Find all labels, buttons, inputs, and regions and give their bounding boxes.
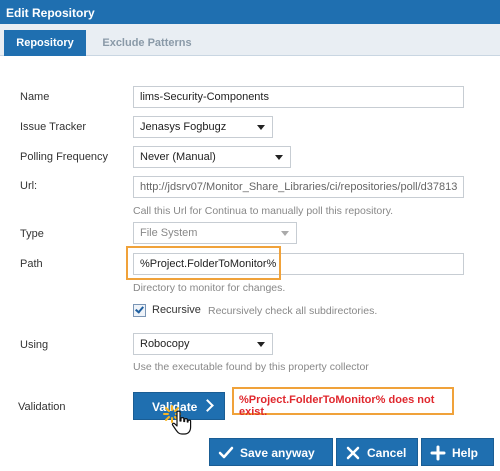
chevron-right-icon — [201, 399, 214, 412]
using-label: Using — [20, 339, 49, 351]
issue-tracker-select[interactable]: Jenasys Fogbugz — [133, 116, 273, 138]
close-icon — [346, 446, 360, 460]
recursive-label: Recursive — [152, 304, 201, 316]
chevron-down-icon — [257, 125, 265, 130]
window-title: Edit Repository — [0, 0, 500, 24]
issue-tracker-label: Issue Tracker — [20, 121, 87, 133]
plus-icon — [430, 445, 446, 461]
cancel-button[interactable]: Cancel — [336, 438, 418, 466]
path-highlight — [126, 246, 281, 280]
using-hint: Use the executable found by this propert… — [133, 361, 369, 373]
url-input[interactable]: http://jdsrv07/Monitor_Share_Libraries/c… — [133, 176, 464, 198]
url-label: Url: — [20, 180, 38, 192]
tab-exclude-patterns[interactable]: Exclude Patterns — [92, 30, 202, 56]
save-anyway-button[interactable]: Save anyway — [209, 438, 333, 466]
save-anyway-label: Save anyway — [240, 446, 315, 460]
using-select[interactable]: Robocopy — [133, 333, 273, 355]
validation-label: Validation — [18, 401, 66, 413]
checkmark-icon — [135, 304, 144, 314]
chevron-down-icon — [281, 231, 289, 236]
issue-tracker-value: Jenasys Fogbugz — [140, 121, 227, 133]
polling-frequency-label: Polling Frequency — [20, 151, 109, 163]
tab-bar: Repository Exclude Patterns — [0, 24, 500, 56]
path-label: Path — [20, 258, 43, 270]
validation-error: %Project.FolderToMonitor% does not exist… — [232, 387, 454, 418]
type-value: File System — [140, 227, 198, 239]
hand-cursor-icon — [171, 410, 192, 435]
polling-frequency-select[interactable]: Never (Manual) — [133, 146, 291, 168]
help-label: Help — [452, 446, 479, 460]
check-icon — [218, 446, 234, 459]
cancel-label: Cancel — [367, 446, 407, 460]
type-label: Type — [20, 228, 44, 240]
recursive-checkbox[interactable] — [133, 304, 146, 317]
polling-frequency-value: Never (Manual) — [140, 151, 216, 163]
chevron-down-icon — [275, 155, 283, 160]
using-value: Robocopy — [140, 338, 190, 350]
type-select[interactable]: File System — [133, 222, 297, 244]
help-button[interactable]: Help — [421, 438, 494, 466]
recursive-hint: Recursively check all subdirectories. — [208, 305, 378, 317]
url-hint: Call this Url for Continua to manually p… — [133, 205, 394, 217]
chevron-down-icon — [257, 342, 265, 347]
name-label: Name — [20, 91, 50, 103]
name-input[interactable]: lims-Security-Components — [133, 86, 464, 108]
tab-repository[interactable]: Repository — [4, 30, 86, 56]
path-hint: Directory to monitor for changes. — [133, 282, 286, 294]
